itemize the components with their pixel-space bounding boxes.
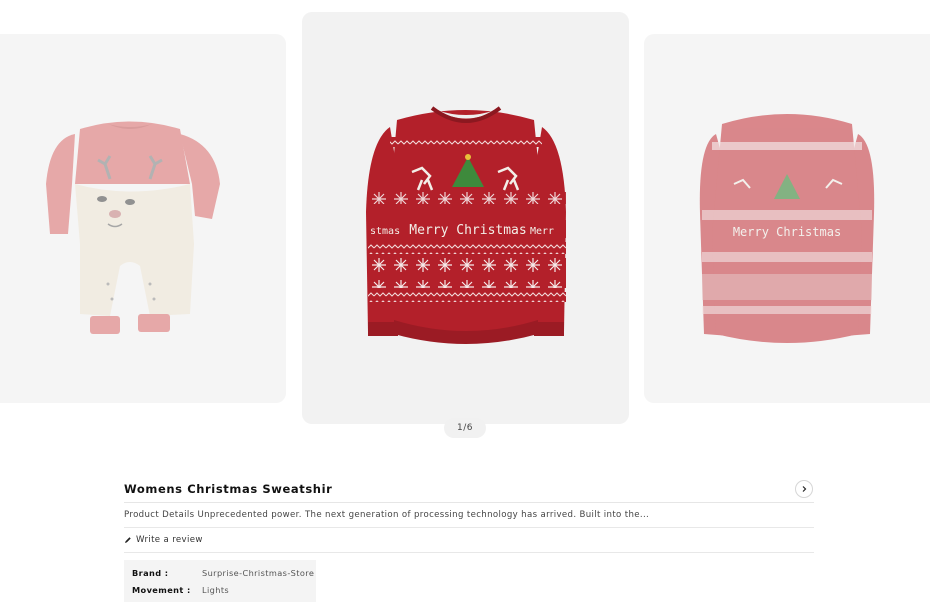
christmas-sweater-back-image: Merry Christmas bbox=[699, 114, 875, 343]
gallery-slide-current[interactable]: Merry Christmas stmas Merr bbox=[302, 12, 629, 424]
spec-value: Surprise-Christmas-Store bbox=[202, 567, 315, 578]
sweater-text-right: Merr bbox=[530, 226, 554, 237]
write-review-link[interactable]: Write a review bbox=[124, 528, 814, 553]
svg-text:Merry Christmas: Merry Christmas bbox=[733, 225, 841, 239]
next-product-button[interactable] bbox=[795, 480, 813, 498]
gallery-slide-next[interactable]: Merry Christmas bbox=[644, 34, 930, 403]
spec-table: Brand : Surprise-Christmas-Store Movemen… bbox=[124, 560, 316, 602]
christmas-sweater-image: Merry Christmas stmas Merr bbox=[366, 106, 566, 344]
sweater-text-left: stmas bbox=[370, 226, 400, 237]
gallery-slide-previous[interactable] bbox=[0, 34, 286, 403]
product-description: Product Details Unprecedented power. The… bbox=[124, 503, 814, 528]
spec-row-movement: Movement : Lights bbox=[124, 581, 316, 598]
gallery-pager: 1/6 bbox=[444, 418, 486, 438]
product-info: Womens Christmas Sweatshir Product Detai… bbox=[124, 476, 814, 602]
chevron-right-icon bbox=[802, 486, 807, 492]
spec-key: Brand : bbox=[132, 567, 169, 578]
spec-key: Movement : bbox=[132, 584, 191, 595]
write-review-label: Write a review bbox=[136, 535, 203, 545]
product-title: Womens Christmas Sweatshir bbox=[124, 482, 333, 496]
pencil-icon bbox=[125, 537, 131, 543]
spec-row-brand: Brand : Surprise-Christmas-Store bbox=[124, 564, 316, 581]
baby-romper-image bbox=[46, 121, 220, 334]
spec-value: Lights bbox=[202, 584, 230, 595]
title-row: Womens Christmas Sweatshir bbox=[124, 476, 814, 503]
sweater-text: Merry Christmas bbox=[409, 223, 526, 238]
